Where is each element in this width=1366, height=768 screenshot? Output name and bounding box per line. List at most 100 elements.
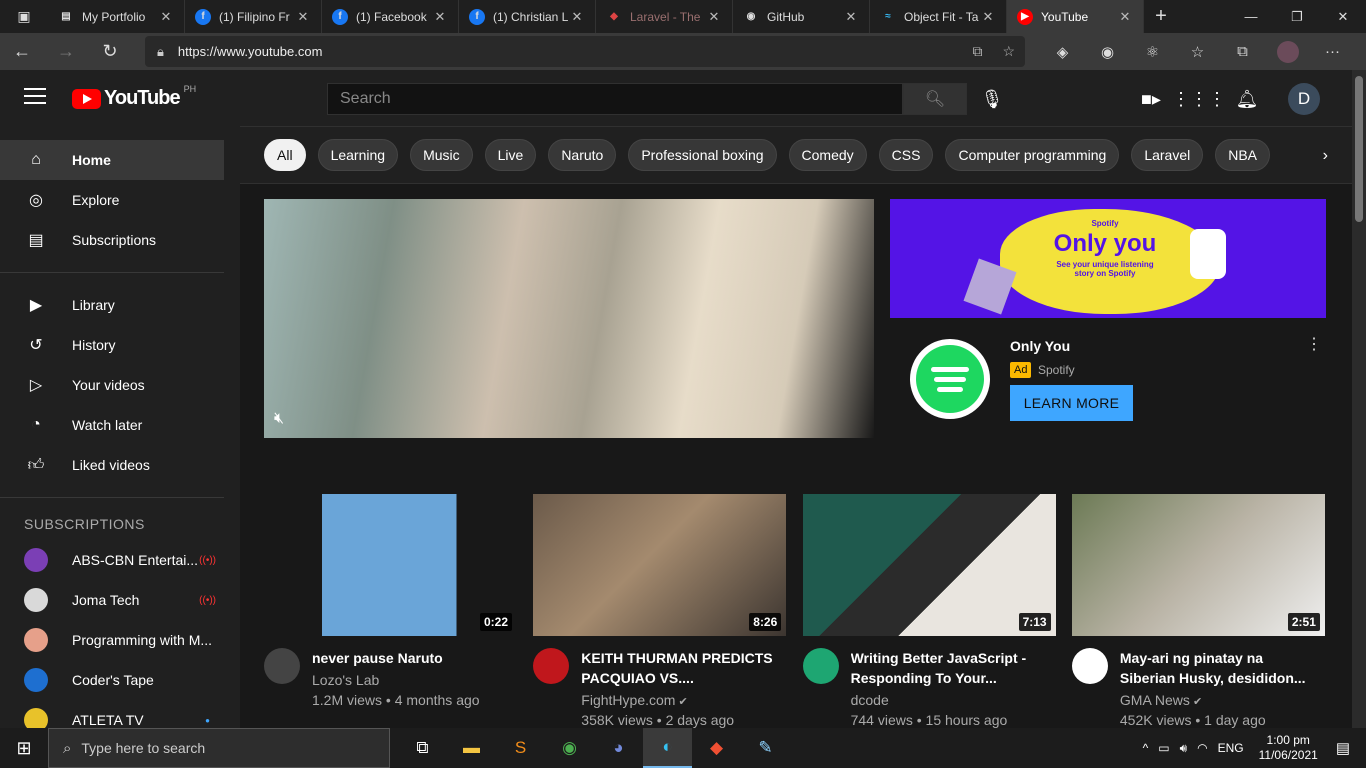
volume-icon[interactable]: 🔊︎ (1175, 741, 1193, 756)
chip-live[interactable]: Live (484, 139, 537, 171)
user-avatar[interactable]: D (1288, 83, 1320, 115)
video-card[interactable]: 2:51 May-ari ng pinatay na Siberian Husky… (1071, 494, 1325, 728)
settings-more-icon[interactable]: ··· (1310, 43, 1355, 60)
browser-tab[interactable]: ▶ YouTube ✕ (1007, 0, 1144, 33)
video-card[interactable]: 0:22 never pause Naruto Lozo's Lab 1.2M vie… (264, 494, 517, 726)
add-favorite-icon[interactable]: ☆ (1002, 43, 1015, 60)
close-tab-icon[interactable]: ✕ (706, 9, 722, 25)
tab-actions-icon[interactable]: ▣ (0, 0, 48, 33)
sublime-text-icon[interactable]: S (496, 728, 545, 768)
file-explorer-icon[interactable]: ▬ (447, 728, 496, 768)
muted-speaker-icon[interactable]: 🔇︎ (274, 410, 284, 428)
search-button[interactable]: 🔍︎ (903, 83, 967, 115)
sidebar-item-liked-videos[interactable]: 👍︎ Liked videos (0, 445, 224, 485)
close-tab-icon[interactable]: ✕ (432, 9, 448, 25)
apps-grid-icon[interactable]: ⋮⋮⋮ (1172, 84, 1226, 114)
video-card[interactable]: 7:13 Writing Better JavaScript - Respondi… (802, 494, 1056, 728)
git-icon[interactable]: ◆ (692, 728, 741, 768)
wifi-icon[interactable]: ◠ (1192, 741, 1212, 755)
close-window-button[interactable]: ✕ (1320, 0, 1366, 33)
video-channel[interactable]: dcode (851, 692, 889, 708)
minimize-button[interactable]: — (1228, 0, 1274, 33)
video-channel[interactable]: GMA News ✔ (1120, 692, 1202, 708)
close-tab-icon[interactable]: ✕ (843, 9, 859, 25)
chip-professional-boxing[interactable]: Professional boxing (628, 139, 777, 171)
discord-icon[interactable]: ◕ (594, 728, 643, 768)
favorites-icon[interactable]: ☆ (1175, 43, 1220, 61)
url-field[interactable]: 🔒︎ https://www.youtube.com ⧉ ☆ (145, 36, 1025, 67)
chip-comedy[interactable]: Comedy (788, 139, 867, 171)
chip-computer-programming[interactable]: Computer programming (945, 139, 1120, 171)
collections-icon[interactable]: ⧉ (1220, 43, 1265, 60)
menu-icon[interactable] (24, 88, 46, 106)
browser-tab[interactable]: f (1) Filipino Fr ✕ (185, 0, 322, 33)
video-title[interactable]: May-ari ng pinatay na Siberian Husky, de… (1120, 648, 1320, 688)
chip-nba[interactable]: NBA (1215, 139, 1271, 171)
tray-chevron-icon[interactable]: ^ (1138, 741, 1154, 755)
maximize-button[interactable]: ❐ (1274, 0, 1320, 33)
sidebar-item-home[interactable]: ⌂ Home (0, 140, 224, 180)
video-channel[interactable]: FightHype.com ✔ (581, 692, 687, 708)
sidebar-item-library[interactable]: ▶ Library (0, 285, 224, 325)
close-tab-icon[interactable]: ✕ (1117, 9, 1133, 25)
close-tab-icon[interactable]: ✕ (295, 9, 311, 25)
back-button[interactable]: ← (0, 41, 44, 62)
video-title[interactable]: KEITH THURMAN PREDICTS PACQUIAO VS.... (581, 648, 781, 688)
chip-music[interactable]: Music (410, 139, 473, 171)
ad-video-player[interactable]: 🔇︎ (264, 199, 874, 438)
video-thumbnail[interactable]: 0:22 (264, 494, 517, 636)
browser-tab[interactable]: ▤ My Portfolio ✕ (48, 0, 185, 33)
channel-avatar[interactable] (1071, 648, 1108, 684)
voice-search-icon[interactable]: 🎙︎ (979, 86, 1005, 112)
youtube-logo[interactable]: YouTube PH (72, 84, 196, 110)
subscription-channel[interactable]: ABS-CBN Entertai... ((•)) (0, 540, 224, 580)
browser-tab[interactable]: f (1) Facebook ✕ (322, 0, 459, 33)
sidebar-item-subscriptions[interactable]: ▤ Subscriptions (0, 220, 224, 260)
sidebar-item-your-videos[interactable]: ▷ Your videos (0, 365, 224, 405)
channel-avatar[interactable] (802, 648, 839, 684)
video-channel[interactable]: Lozo's Lab (312, 672, 379, 688)
close-tab-icon[interactable]: ✕ (569, 9, 585, 25)
video-thumbnail[interactable]: 7:13 (802, 494, 1056, 636)
create-video-icon[interactable]: ■▸ (1133, 84, 1169, 114)
task-view-icon[interactable]: ⧉ (398, 728, 447, 768)
taskbar-search-input[interactable]: ⌕ Type here to search (48, 728, 390, 768)
open-in-app-icon[interactable]: ⧉ (972, 43, 982, 60)
subscription-channel[interactable]: Programming with M... (0, 620, 224, 660)
new-tab-button[interactable]: + (1144, 5, 1178, 28)
browser-tab[interactable]: ≈ Object Fit - Ta ✕ (870, 0, 1007, 33)
profile-avatar[interactable] (1265, 40, 1310, 63)
video-title[interactable]: never pause Naruto (312, 648, 512, 668)
close-tab-icon[interactable]: ✕ (980, 9, 996, 25)
paint-icon[interactable]: ✎ (741, 728, 790, 768)
chips-next-arrow-icon[interactable]: › (1292, 127, 1352, 183)
sidebar-item-explore[interactable]: ◎ Explore (0, 180, 224, 220)
forward-button[interactable]: → (44, 41, 88, 62)
subscription-channel[interactable]: Coder's Tape (0, 660, 224, 700)
ad-more-options-icon[interactable]: ⋮ (1306, 334, 1322, 354)
notifications-bell-icon[interactable]: 🔔︎ (1229, 84, 1265, 114)
page-scrollbar[interactable] (1352, 70, 1366, 728)
learn-more-button[interactable]: LEARN MORE (1010, 385, 1133, 421)
sidebar-item-history[interactable]: ↺ History (0, 325, 224, 365)
notifications-icon[interactable]: ▤ (1328, 739, 1366, 757)
subscription-channel[interactable]: Joma Tech ((•)) (0, 580, 224, 620)
chip-laravel[interactable]: Laravel (1131, 139, 1204, 171)
windows-start-icon[interactable]: ⊞ (0, 728, 48, 768)
video-thumbnail[interactable]: 8:26 (533, 494, 787, 636)
language-indicator[interactable]: ENG (1213, 741, 1249, 755)
chip-css[interactable]: CSS (878, 139, 934, 171)
browser-tab[interactable]: ◆ Laravel - The ✕ (596, 0, 733, 33)
sidebar-item-watch-later[interactable]: ◔ Watch later (0, 405, 224, 445)
video-card[interactable]: 8:26 KEITH THURMAN PREDICTS PACQUIAO VS..… (533, 494, 787, 728)
search-input[interactable]: Search (327, 83, 903, 115)
close-tab-icon[interactable]: ✕ (158, 9, 174, 25)
browser-tab[interactable]: ◉ GitHub ✕ (733, 0, 870, 33)
chrome-icon[interactable]: ◉ (545, 728, 594, 768)
ad-title[interactable]: Only You (1010, 338, 1070, 354)
clock[interactable]: 1:00 pm 11/06/2021 (1249, 733, 1328, 763)
refresh-button[interactable]: ↻ (88, 41, 132, 62)
edge-icon[interactable]: ◐ (643, 728, 692, 768)
channel-avatar[interactable] (264, 648, 300, 684)
browser-tab[interactable]: f (1) Christian L ✕ (459, 0, 596, 33)
